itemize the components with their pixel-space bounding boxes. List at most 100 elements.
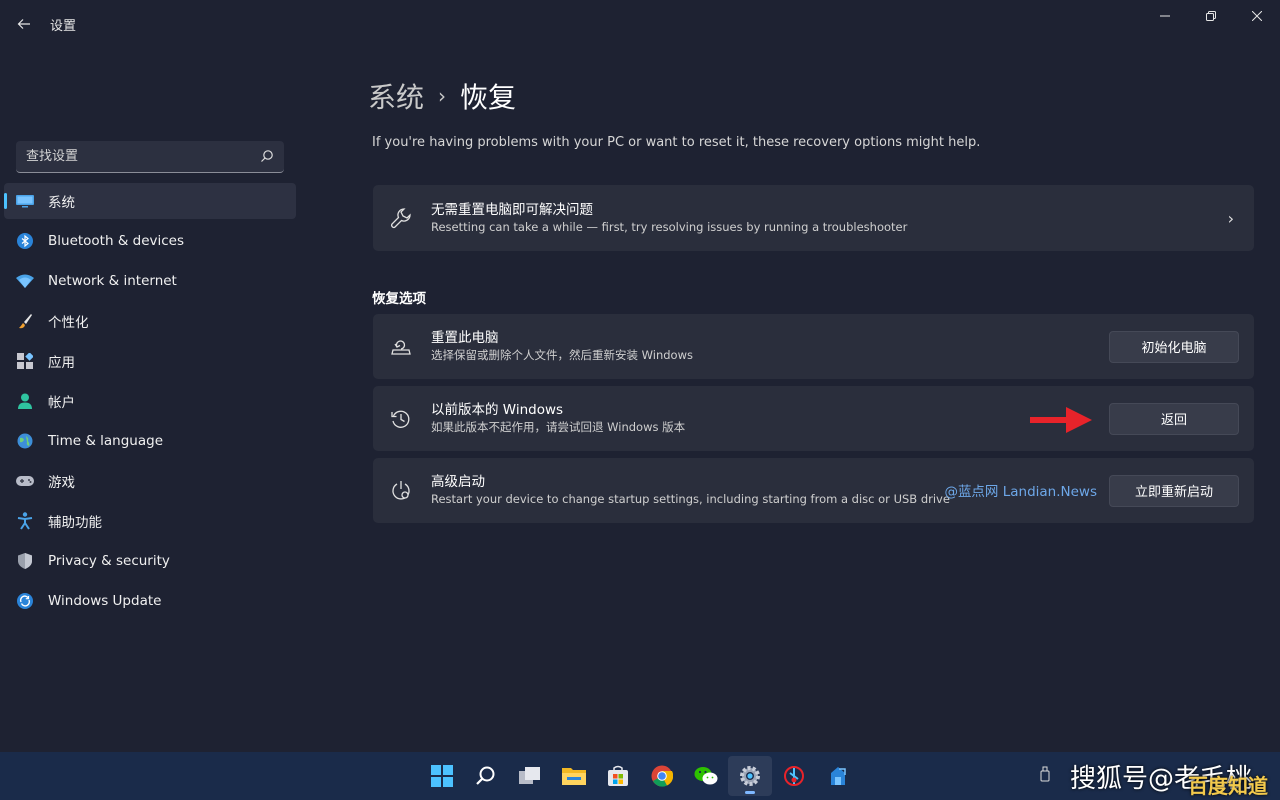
close-button[interactable] <box>1234 0 1280 32</box>
sidebar-item-label: Bluetooth & devices <box>48 233 185 249</box>
history-icon <box>389 407 413 431</box>
sidebar-item-label: Privacy & security <box>48 553 170 569</box>
page-title: 恢复 <box>460 81 517 114</box>
breadcrumb-parent[interactable]: 系统 <box>368 76 424 116</box>
troubleshoot-title: 无需重置电脑即可解决问题 <box>431 201 593 218</box>
reset-pc-text: 重置此电脑 选择保留或删除个人文件，然后重新安装 Windows <box>431 329 693 364</box>
sidebar-item-personalization[interactable]: 个性化 <box>4 303 296 339</box>
restart-now-button[interactable]: 立即重新启动 <box>1109 474 1239 507</box>
sidebar-item-bluetooth[interactable]: Bluetooth & devices <box>4 223 296 259</box>
wrench-icon <box>389 206 413 230</box>
globe-icon <box>16 432 34 450</box>
apps-icon <box>16 352 34 370</box>
sidebar-item-label: Network & internet <box>48 273 177 289</box>
window-controls <box>1142 0 1280 32</box>
go-back-card: 以前版本的 Windows 如果此版本不起作用，请尝试回退 Windows 版本… <box>373 386 1254 451</box>
sidebar-item-apps[interactable]: 应用 <box>4 343 296 379</box>
app2-icon <box>831 767 846 785</box>
title-bar: 设置 <box>0 0 1280 48</box>
minimize-button[interactable] <box>1142 0 1188 32</box>
sidebar-item-label: 帐户 <box>48 395 75 411</box>
sidebar-item-system[interactable]: 系统 <box>4 183 296 219</box>
page-subtitle: If you're having problems with your PC o… <box>372 135 981 150</box>
sidebar-item-windows-update[interactable]: Windows Update <box>4 583 296 619</box>
sidebar-item-accounts[interactable]: 帐户 <box>4 383 296 419</box>
task-view-button[interactable] <box>508 756 552 796</box>
taskbar-search-button[interactable] <box>464 756 508 796</box>
sidebar-item-label: 辅助功能 <box>48 515 102 531</box>
sidebar-item-label: Time & language <box>48 433 164 449</box>
accessibility-icon <box>16 512 34 530</box>
sidebar-item-time-language[interactable]: Time & language <box>4 423 296 459</box>
sidebar-item-label: Windows Update <box>48 593 162 609</box>
restore-icon <box>1206 11 1216 21</box>
settings-icon <box>740 766 760 786</box>
sidebar-item-gaming[interactable]: 游戏 <box>4 463 296 499</box>
reset-pc-title: 重置此电脑 <box>431 330 499 346</box>
reset-pc-desc: 选择保留或删除个人文件，然后重新安装 Windows <box>431 348 693 362</box>
advanced-startup-desc: Restart your device to change startup se… <box>431 492 950 506</box>
store-button[interactable] <box>596 756 640 796</box>
search-icon <box>476 766 495 785</box>
file-explorer-button[interactable] <box>552 756 596 796</box>
chrome-icon <box>651 765 673 787</box>
advanced-startup-card: 高级启动 Restart your device to change start… <box>373 458 1254 523</box>
back-button[interactable] <box>10 10 38 38</box>
sidebar-item-network[interactable]: Network & internet <box>4 263 296 299</box>
go-back-text: 以前版本的 Windows 如果此版本不起作用，请尝试回退 Windows 版本 <box>431 401 685 436</box>
bluetooth-icon <box>16 232 34 250</box>
sidebar-item-privacy[interactable]: Privacy & security <box>4 543 296 579</box>
go-back-title: 以前版本的 Windows <box>431 402 564 418</box>
gamepad-icon <box>16 472 34 490</box>
account-icon <box>16 392 34 410</box>
close-icon <box>1252 11 1262 21</box>
shield-icon <box>16 552 34 570</box>
app-title: 设置 <box>50 19 77 34</box>
chevron-right-icon: › <box>1227 208 1234 228</box>
file-explorer-icon <box>562 768 586 785</box>
wifi-icon <box>16 272 34 290</box>
advanced-startup-text: 高级启动 Restart your device to change start… <box>431 473 950 508</box>
troubleshoot-text: 无需重置电脑即可解决问题 Resetting can take a while … <box>431 201 907 236</box>
store-icon <box>608 765 628 786</box>
sidebar-item-label: 应用 <box>48 355 75 371</box>
reset-pc-button[interactable]: 初始化电脑 <box>1109 330 1239 363</box>
troubleshoot-card[interactable]: 无需重置电脑即可解决问题 Resetting can take a while … <box>373 185 1254 251</box>
sidebar-nav: 系统 Bluetooth & devices Network & interne… <box>4 183 296 623</box>
update-icon <box>16 592 34 610</box>
go-back-desc: 如果此版本不起作用，请尝试回退 Windows 版本 <box>431 420 686 434</box>
landian-watermark: @蓝点网 Landian.News <box>944 484 1097 500</box>
maximize-button[interactable] <box>1188 0 1234 32</box>
sidebar-item-label: 游戏 <box>48 475 75 491</box>
chrome-button[interactable] <box>640 756 684 796</box>
settings-window: 设置 系统 <box>0 0 1280 752</box>
search-icon <box>261 150 273 162</box>
usb-drive-icon <box>1040 766 1050 782</box>
start-icon <box>431 765 453 787</box>
sidebar-item-label: 系统 <box>48 195 75 211</box>
monitor-icon <box>16 192 34 210</box>
app-taskbar-button[interactable] <box>772 756 816 796</box>
advanced-startup-icon <box>389 479 413 503</box>
minimize-icon <box>1160 15 1170 17</box>
reset-pc-card: 重置此电脑 选择保留或删除个人文件，然后重新安装 Windows 初始化电脑 <box>373 314 1254 379</box>
taskbar-apps <box>420 756 860 796</box>
sidebar-item-accessibility[interactable]: 辅助功能 <box>4 503 296 539</box>
baidu-watermark: 百度知道 <box>1188 774 1268 798</box>
advanced-startup-title: 高级启动 <box>431 474 485 490</box>
start-button[interactable] <box>420 756 464 796</box>
app-icon <box>784 766 804 786</box>
breadcrumb: 系统 › 恢复 <box>368 76 516 116</box>
go-back-button[interactable]: 返回 <box>1109 402 1239 435</box>
search-input[interactable] <box>26 149 246 164</box>
settings-taskbar-button[interactable] <box>728 756 772 796</box>
brush-icon <box>16 312 34 330</box>
wechat-button[interactable] <box>684 756 728 796</box>
system-tray[interactable] <box>1040 766 1050 786</box>
back-arrow-icon <box>17 19 30 29</box>
sidebar-item-label: 个性化 <box>48 315 89 331</box>
search-box[interactable] <box>16 141 284 173</box>
section-title: 恢复选项 <box>372 291 426 307</box>
red-arrow-annotation <box>1030 407 1092 433</box>
app2-taskbar-button[interactable] <box>816 756 860 796</box>
